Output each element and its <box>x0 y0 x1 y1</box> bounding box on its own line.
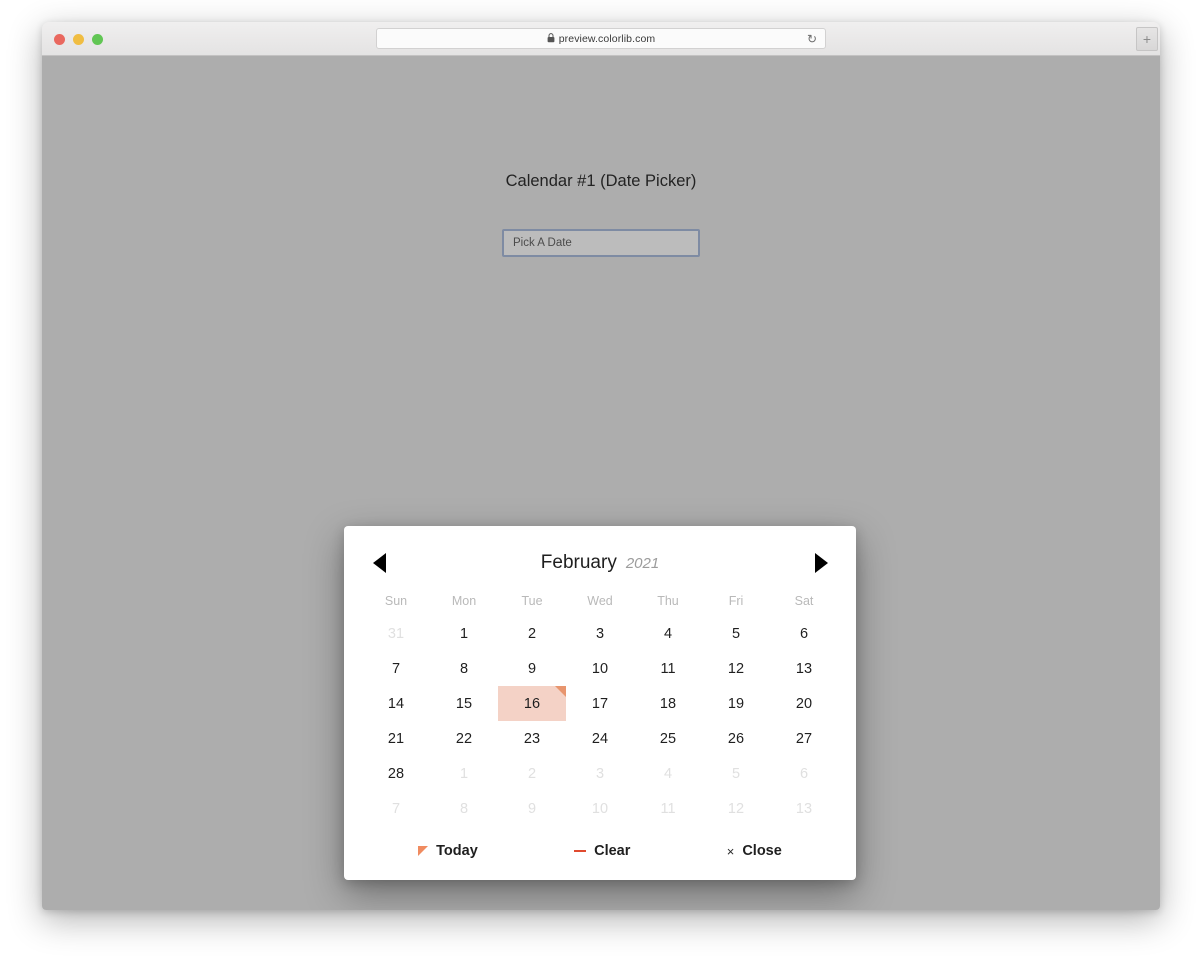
page-viewport: Calendar #1 (Date Picker) February 2021 … <box>42 56 1160 910</box>
calendar-day[interactable]: 10 <box>566 791 634 826</box>
calendar-weekday-row: Sun Mon Tue Wed Thu Fri Sat <box>362 586 838 616</box>
clear-button-label: Clear <box>594 843 631 859</box>
calendar-day[interactable]: 3 <box>566 756 634 791</box>
calendar-day-selected[interactable]: 16 <box>498 686 566 721</box>
calendar-day[interactable]: 7 <box>362 651 430 686</box>
calendar-day[interactable]: 2 <box>498 756 566 791</box>
calendar-week-row: 7 8 9 10 11 12 13 <box>362 651 838 686</box>
calendar-day[interactable]: 19 <box>702 686 770 721</box>
calendar-day[interactable]: 12 <box>702 791 770 826</box>
calendar-footer: Today Clear × Close <box>344 826 856 880</box>
calendar-year-label: 2021 <box>625 554 660 572</box>
weekday-header-tue: Tue <box>521 594 543 608</box>
calendar-grid: Sun Mon Tue Wed Thu Fri Sat 31 1 2 3 4 5 6 7 8 9 10 11 12 1… <box>344 586 856 826</box>
calendar-day[interactable]: 26 <box>702 721 770 756</box>
window-controls <box>54 34 103 45</box>
triangle-left-icon <box>372 553 386 573</box>
next-month-button[interactable] <box>808 550 834 576</box>
calendar-day[interactable]: 11 <box>634 651 702 686</box>
calendar-day[interactable]: 6 <box>770 756 838 791</box>
calendar-week-row: 7 8 9 10 11 12 13 <box>362 791 838 826</box>
clear-button[interactable]: Clear <box>574 843 630 859</box>
browser-window: preview.colorlib.com ↻ + Calendar #1 (Da… <box>42 22 1160 910</box>
reload-icon[interactable]: ↻ <box>807 32 817 47</box>
calendar-day[interactable]: 11 <box>634 791 702 826</box>
calendar-week-row: 14 15 16 17 18 19 20 <box>362 686 838 721</box>
today-button-label: Today <box>436 843 478 859</box>
calendar-day[interactable]: 1 <box>430 756 498 791</box>
calendar-day[interactable]: 13 <box>770 791 838 826</box>
maximize-window-button[interactable] <box>92 34 103 45</box>
prev-month-button[interactable] <box>366 550 392 576</box>
weekday-header-mon: Mon <box>451 594 477 608</box>
new-tab-button[interactable]: + <box>1136 27 1158 51</box>
today-corner-icon <box>555 686 566 697</box>
close-window-button[interactable] <box>54 34 65 45</box>
calendar-day[interactable]: 5 <box>702 756 770 791</box>
date-picker-input[interactable] <box>502 229 700 257</box>
close-x-icon: × <box>726 843 735 859</box>
weekday-header-thu: Thu <box>657 594 679 608</box>
triangle-corner-icon <box>418 846 429 856</box>
calendar-day[interactable]: 25 <box>634 721 702 756</box>
calendar-day[interactable]: 22 <box>430 721 498 756</box>
calendar-day[interactable]: 5 <box>702 616 770 651</box>
calendar-day[interactable]: 10 <box>566 651 634 686</box>
close-button[interactable]: × Close <box>727 843 782 859</box>
close-button-label: Close <box>742 843 782 859</box>
calendar-day[interactable]: 15 <box>430 686 498 721</box>
calendar-day[interactable]: 4 <box>634 756 702 791</box>
calendar-week-row: 21 22 23 24 25 26 27 <box>362 721 838 756</box>
lock-icon <box>547 31 555 47</box>
calendar-day[interactable]: 2 <box>498 616 566 651</box>
minus-icon <box>574 849 587 853</box>
calendar-day[interactable]: 8 <box>430 651 498 686</box>
calendar-day[interactable]: 12 <box>702 651 770 686</box>
triangle-right-icon <box>814 553 828 573</box>
calendar-day[interactable]: 17 <box>566 686 634 721</box>
calendar-day[interactable]: 23 <box>498 721 566 756</box>
calendar-day[interactable]: 18 <box>634 686 702 721</box>
calendar-day[interactable]: 24 <box>566 721 634 756</box>
calendar-day[interactable]: 20 <box>770 686 838 721</box>
calendar-day[interactable]: 1 <box>430 616 498 651</box>
weekday-header-sat: Sat <box>794 594 814 608</box>
weekday-header-sun: Sun <box>384 594 408 608</box>
browser-toolbar: preview.colorlib.com ↻ + <box>42 22 1160 56</box>
calendar-week-row: 28 1 2 3 4 5 6 <box>362 756 838 791</box>
calendar-day[interactable]: 14 <box>362 686 430 721</box>
calendar-header: February 2021 <box>344 540 856 586</box>
calendar-day[interactable]: 27 <box>770 721 838 756</box>
calendar-week-row: 31 1 2 3 4 5 6 <box>362 616 838 651</box>
calendar-day[interactable]: 9 <box>498 651 566 686</box>
calendar-day[interactable]: 31 <box>362 616 430 651</box>
calendar-day[interactable]: 3 <box>566 616 634 651</box>
calendar-day[interactable]: 28 <box>362 756 430 791</box>
minimize-window-button[interactable] <box>73 34 84 45</box>
date-picker-calendar-panel: February 2021 Sun Mon Tue Wed Thu Fri Sat 31 1 2… <box>344 526 856 880</box>
weekday-header-fri: Fri <box>728 594 744 608</box>
calendar-day[interactable]: 7 <box>362 791 430 826</box>
calendar-weeks: 31 1 2 3 4 5 6 7 8 9 10 11 12 13 14 15 16 17 18 19 20 21 22 23 2… <box>362 616 838 826</box>
url-text: preview.colorlib.com <box>558 32 656 45</box>
calendar-day[interactable]: 9 <box>498 791 566 826</box>
address-bar[interactable]: preview.colorlib.com ↻ <box>376 28 826 49</box>
calendar-day[interactable]: 13 <box>770 651 838 686</box>
calendar-day[interactable]: 6 <box>770 616 838 651</box>
calendar-day[interactable]: 8 <box>430 791 498 826</box>
calendar-day[interactable]: 21 <box>362 721 430 756</box>
today-button[interactable]: Today <box>418 843 478 859</box>
page-title: Calendar #1 (Date Picker) <box>505 172 697 190</box>
calendar-day[interactable]: 4 <box>634 616 702 651</box>
calendar-month-label: February <box>540 552 617 573</box>
weekday-header-wed: Wed <box>587 594 613 608</box>
